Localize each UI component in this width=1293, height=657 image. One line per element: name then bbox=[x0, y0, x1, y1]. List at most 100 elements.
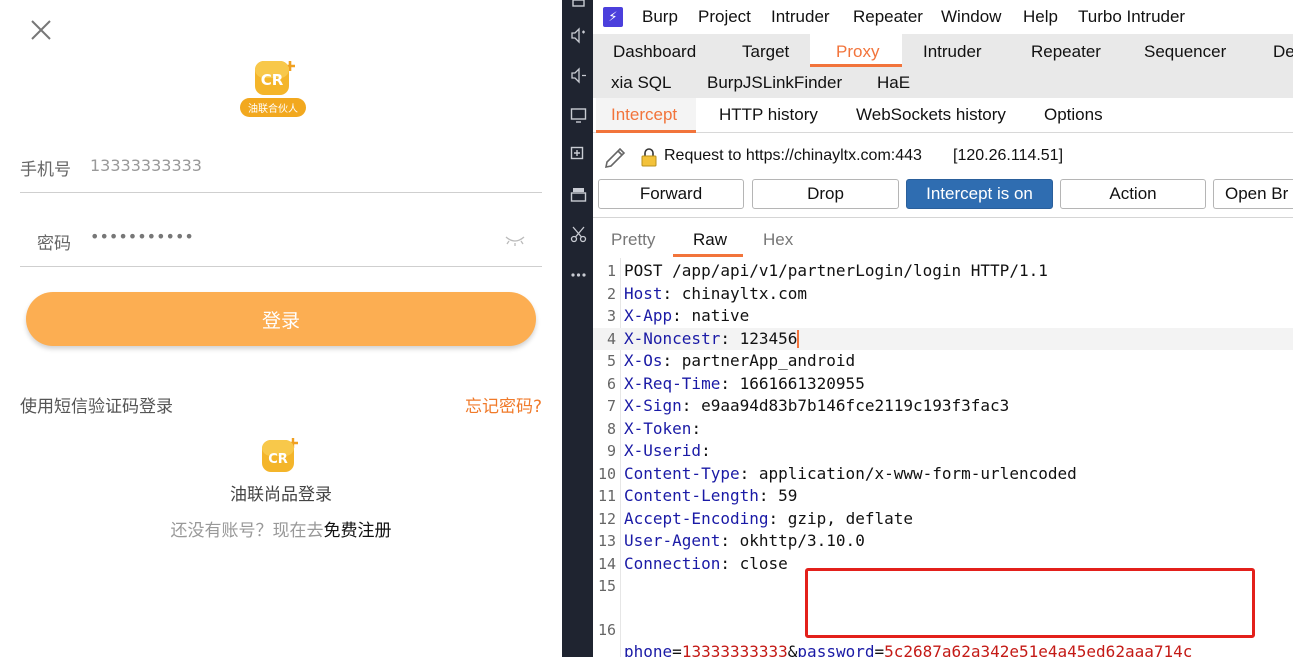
request-line[interactable]: 6 X-Req-Time: 1661661320955 bbox=[593, 373, 1293, 396]
open-browser-button[interactable]: Open Br bbox=[1213, 179, 1293, 209]
header-value: close bbox=[739, 553, 788, 573]
password-field[interactable]: 密码 ••••••••••• bbox=[20, 214, 542, 267]
tab-options[interactable]: Options bbox=[1044, 105, 1103, 125]
tab-dashboard[interactable]: Dashboard bbox=[613, 42, 696, 62]
tab-pretty[interactable]: Pretty bbox=[611, 230, 655, 250]
password-param-value: 5c2687a62a342e51e4a45ed62aaa714c bbox=[884, 642, 1193, 657]
request-line[interactable]: 13 User-Agent: okhttp/3.10.0 bbox=[593, 530, 1293, 553]
login-button[interactable]: 登录 bbox=[26, 292, 536, 346]
request-line[interactable]: 4 X-Noncestr: 123456 bbox=[593, 327, 1293, 351]
line-number: 14 bbox=[597, 554, 616, 573]
line-content: X-Noncestr: 123456 bbox=[624, 328, 800, 351]
request-ip: [120.26.114.51] bbox=[953, 147, 1064, 164]
line-number: 6 bbox=[606, 374, 616, 393]
tab-burpjslinkfinder[interactable]: BurpJSLinkFinder bbox=[707, 73, 842, 93]
tab-hae[interactable]: HaE bbox=[877, 73, 910, 93]
phone-input[interactable]: 13333333333 bbox=[90, 156, 202, 175]
menu-window[interactable]: Window bbox=[941, 7, 1001, 27]
password-label: 密码 bbox=[37, 234, 71, 254]
screen-icon[interactable] bbox=[570, 107, 587, 124]
brand-logo-icon[interactable]: CR bbox=[259, 436, 301, 474]
tab-repeater[interactable]: Repeater bbox=[1031, 42, 1101, 62]
register-prompt: 还没有账号？现在去免费注册 bbox=[0, 516, 562, 541]
editor-tabs: Pretty Raw Hex bbox=[593, 218, 1293, 257]
forward-button[interactable]: Forward bbox=[598, 179, 744, 209]
tab-websockets-history[interactable]: WebSockets history bbox=[856, 105, 1006, 125]
request-line[interactable]: 12 Accept-Encoding: gzip, deflate bbox=[593, 508, 1293, 531]
tab-http-history[interactable]: HTTP history bbox=[719, 105, 818, 125]
tab-target[interactable]: Target bbox=[742, 42, 789, 62]
phone-field[interactable]: 手机号 13333333333 bbox=[20, 140, 542, 193]
burp-logo-icon: ⚡ bbox=[603, 7, 623, 27]
request-info-bar: Request to https://chinayltx.com:443 [12… bbox=[593, 140, 1293, 174]
line-number: 5 bbox=[606, 352, 616, 370]
tab-sequencer[interactable]: Sequencer bbox=[1144, 42, 1226, 62]
line-content: X-Req-Time: 1661661320955 bbox=[624, 373, 865, 396]
volume-up-icon[interactable] bbox=[570, 27, 587, 44]
request-line[interactable]: 7 X-Sign: e9aa94d83b7b146fce2119c193f3fac… bbox=[593, 395, 1293, 418]
line-content: Content-Type: application/x-www-form-url… bbox=[624, 463, 1077, 486]
request-line[interactable]: 8 X-Token: bbox=[593, 418, 1293, 441]
tab-intruder[interactable]: Intruder bbox=[923, 42, 982, 62]
header-separator: : bbox=[720, 531, 740, 550]
tab-raw[interactable]: Raw bbox=[693, 230, 727, 250]
multitask-icon[interactable] bbox=[570, 186, 587, 203]
main-tabs: Dashboard Target Proxy Intruder Repeater… bbox=[593, 34, 1293, 98]
param-equals: = bbox=[672, 642, 682, 657]
menu-project[interactable]: Project bbox=[698, 7, 751, 27]
request-line[interactable]: 3 X-App: native bbox=[593, 305, 1293, 328]
pencil-icon[interactable] bbox=[603, 146, 627, 170]
request-line[interactable]: 2 Host: chinayltx.com bbox=[593, 283, 1293, 306]
menu-burp[interactable]: Burp bbox=[642, 7, 678, 27]
logo-text: CR bbox=[261, 71, 284, 89]
logo-banner-text: 油联合伙人 bbox=[248, 102, 298, 115]
request-line[interactable]: 11 Content-Length: 59 bbox=[593, 485, 1293, 508]
intercept-toggle-button[interactable]: Intercept is on bbox=[906, 179, 1053, 209]
line-number: 2 bbox=[606, 284, 616, 303]
header-name: Host bbox=[624, 283, 663, 303]
password-input[interactable]: ••••••••••• bbox=[90, 227, 194, 246]
header-name: X-Noncestr bbox=[624, 328, 721, 348]
close-icon[interactable] bbox=[29, 18, 53, 42]
eye-closed-icon[interactable] bbox=[504, 235, 526, 247]
header-separator: : bbox=[701, 441, 711, 460]
tab-xia-sql[interactable]: xia SQL bbox=[611, 73, 671, 93]
menu-help[interactable]: Help bbox=[1023, 7, 1058, 27]
tab-intercept[interactable]: Intercept bbox=[611, 105, 677, 125]
request-line[interactable]: 1 POST /app/api/v1/partnerLogin/login HTT… bbox=[593, 260, 1293, 283]
header-name: X-App bbox=[624, 306, 673, 325]
forgot-password-link[interactable]: 忘记密码? bbox=[465, 392, 542, 417]
raw-tab-indicator bbox=[673, 254, 743, 257]
line-number: 1 bbox=[606, 262, 616, 280]
header-separator: : bbox=[672, 306, 692, 325]
request-line[interactable]: 5 X-Os: partnerApp_android bbox=[593, 350, 1293, 373]
header-name: Content-Type bbox=[624, 463, 740, 483]
action-button[interactable]: Action bbox=[1060, 179, 1206, 209]
header-name: Accept-Encoding bbox=[624, 508, 769, 528]
tab-proxy[interactable]: Proxy bbox=[836, 42, 879, 62]
register-link[interactable]: 免费注册 bbox=[324, 521, 392, 541]
sms-login-link[interactable]: 使用短信验证码登录 bbox=[20, 392, 173, 417]
header-separator: : bbox=[691, 418, 702, 438]
tab-decoder[interactable]: De bbox=[1273, 42, 1293, 62]
lock-icon bbox=[641, 148, 657, 167]
line-number: 10 bbox=[597, 464, 616, 483]
phone-icon[interactable] bbox=[570, 0, 587, 8]
volume-down-icon[interactable] bbox=[570, 67, 587, 84]
menu-bar: ⚡ Burp Project Intruder Repeater Window … bbox=[593, 0, 1293, 34]
tab-hex[interactable]: Hex bbox=[763, 230, 793, 250]
request-line[interactable]: 10 Content-Type: application/x-www-form-u… bbox=[593, 463, 1293, 486]
menu-intruder[interactable]: Intruder bbox=[771, 7, 830, 27]
scissors-icon[interactable] bbox=[570, 226, 587, 243]
mobile-login-screen: CR 油联合伙人 手机号 13333333333 密码 ••••••••••• … bbox=[0, 0, 562, 657]
header-name: Connection bbox=[624, 553, 721, 573]
header-value: gzip, deflate bbox=[787, 508, 913, 528]
more-options-icon[interactable] bbox=[570, 266, 587, 283]
phone-label: 手机号 bbox=[20, 160, 71, 180]
brand-login-link[interactable]: 油联尚品登录 bbox=[0, 480, 562, 505]
menu-turbo-intruder[interactable]: Turbo Intruder bbox=[1078, 7, 1185, 27]
apk-install-icon[interactable] bbox=[570, 146, 587, 163]
menu-repeater[interactable]: Repeater bbox=[853, 7, 923, 27]
request-line[interactable]: 9 X-Userid: bbox=[593, 440, 1293, 463]
drop-button[interactable]: Drop bbox=[752, 179, 899, 209]
